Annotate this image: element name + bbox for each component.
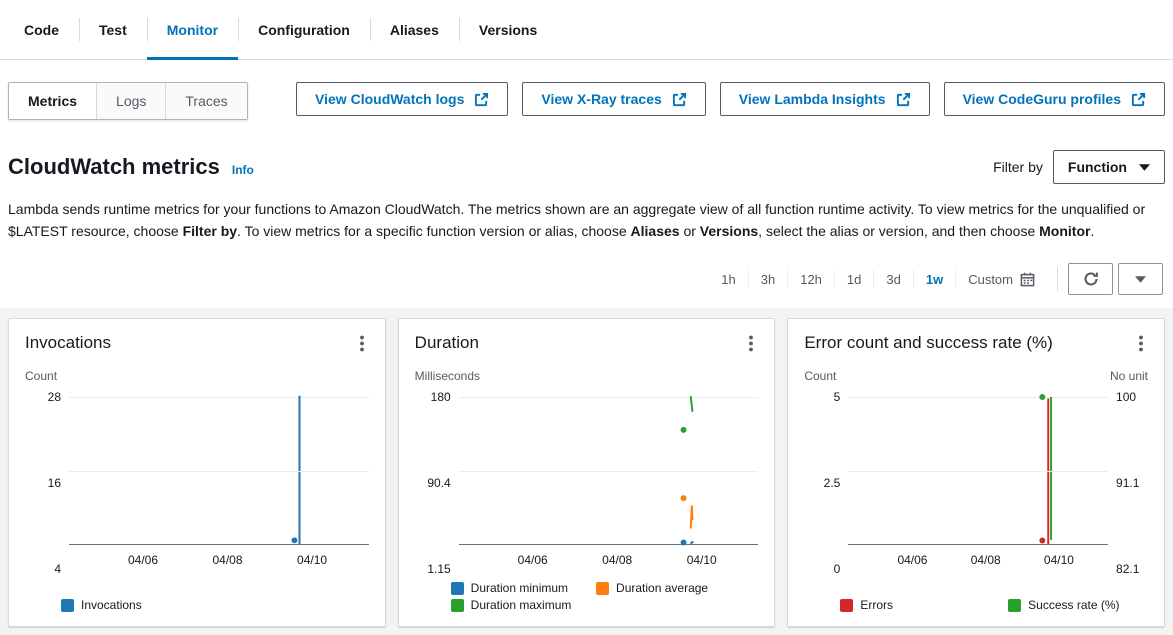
plot-area [848,397,1108,545]
button-label: View CloudWatch logs [315,91,464,107]
chart-legend: Errors Success rate (%) [804,598,1148,612]
filter-by-dropdown[interactable]: Function [1053,150,1165,184]
view-xray-traces-button[interactable]: View X-Ray traces [522,82,705,116]
time-range-1d[interactable]: 1d [834,270,873,288]
error-success-chart-card: Error count and success rate (%) Count N… [787,318,1165,627]
external-link-icon [672,92,687,107]
refresh-button[interactable] [1068,263,1113,295]
y-axis-ticks: 5 2.5 0 [804,397,848,569]
legend-item[interactable]: Invocations [61,598,142,612]
legend-label: Duration average [616,581,708,595]
y-axis-ticks-right: 100 91.1 82.1 [1108,397,1148,569]
external-link-icon [474,92,489,107]
external-view-buttons: View CloudWatch logs View X-Ray traces V… [296,82,1165,116]
error-success-series [848,397,1108,544]
view-lambda-insights-button[interactable]: View Lambda Insights [720,82,930,116]
y-axis-unit-label: Count [25,369,57,383]
x-axis-ticks: 04/06 04/08 04/10 [848,545,1108,569]
time-range-12h[interactable]: 12h [787,270,834,288]
legend-swatch [840,599,853,612]
tab-versions[interactable]: Versions [459,0,557,59]
external-link-icon [896,92,911,107]
legend-label: Errors [860,598,893,612]
filter-by-value: Function [1068,159,1127,175]
toolbar-divider [1057,267,1058,291]
x-axis-ticks: 04/06 04/08 04/10 [69,545,369,569]
tab-logs[interactable]: Logs [96,83,165,119]
kebab-menu-icon[interactable] [355,333,369,357]
duration-chart-card: Duration Milliseconds 180 90.4 1.15 04/0… [398,318,776,627]
chart-legend: Invocations [25,598,369,612]
description-text: Lambda sends runtime metrics for your fu… [8,198,1165,242]
chart-title: Duration [415,333,479,353]
info-link[interactable]: Info [232,163,254,180]
filter-by-label: Filter by [993,159,1043,175]
y-axis-unit-label-right: No unit [1110,369,1148,383]
invocations-chart-card: Invocations Count 28 16 4 04/06 04/08 [8,318,386,627]
plot-area [69,397,369,545]
legend-swatch [451,582,464,595]
time-range-3d[interactable]: 3d [873,270,912,288]
charts-section: Invocations Count 28 16 4 04/06 04/08 [0,308,1173,635]
legend-label: Success rate (%) [1028,598,1119,612]
legend-label: Invocations [81,598,142,612]
legend-label: Duration maximum [471,598,572,612]
button-label: View X-Ray traces [541,91,661,107]
legend-swatch [1008,599,1021,612]
kebab-menu-icon[interactable] [1134,333,1148,357]
y-axis-unit-label: Milliseconds [415,369,480,383]
legend-item[interactable]: Success rate (%) [1008,598,1148,612]
caret-down-icon [1139,164,1150,171]
legend-item[interactable]: Errors [840,598,980,612]
chart-title: Error count and success rate (%) [804,333,1052,353]
time-range-custom[interactable]: Custom [955,270,1047,288]
metrics-logs-traces-tabs: Metrics Logs Traces [8,82,248,120]
tab-metrics[interactable]: Metrics [9,83,96,119]
refresh-icon [1083,271,1099,287]
legend-swatch [451,599,464,612]
monitor-sub-header: Metrics Logs Traces View CloudWatch logs… [0,60,1173,120]
tab-aliases[interactable]: Aliases [370,0,459,59]
legend-item[interactable]: Duration minimum [451,581,568,595]
function-tab-bar: Code Test Monitor Configuration Aliases … [0,0,1173,60]
chart-legend: Duration minimum Duration average Durati… [415,581,759,612]
y-axis-ticks: 28 16 4 [25,397,69,569]
tab-test[interactable]: Test [79,0,147,59]
legend-swatch [596,582,609,595]
page-title: CloudWatch metrics [8,154,220,180]
legend-label: Duration minimum [471,581,568,595]
view-codeguru-profiles-button[interactable]: View CodeGuru profiles [944,82,1165,116]
time-range-1w[interactable]: 1w [913,270,955,288]
tab-monitor[interactable]: Monitor [147,0,238,59]
kebab-menu-icon[interactable] [744,333,758,357]
calendar-icon [1020,272,1035,287]
time-range-toolbar: 1h 3h 12h 1d 3d 1w Custom [0,262,1173,296]
legend-item[interactable]: Duration maximum [451,598,572,612]
legend-item[interactable]: Duration average [596,581,708,595]
x-axis-ticks: 04/06 04/08 04/10 [459,545,759,569]
y-axis-ticks: 180 90.4 1.15 [415,397,459,569]
button-label: View Lambda Insights [739,91,886,107]
caret-down-icon [1135,276,1146,283]
refresh-options-dropdown[interactable] [1118,263,1163,295]
time-range-3h[interactable]: 3h [748,270,787,288]
view-cloudwatch-logs-button[interactable]: View CloudWatch logs [296,82,508,116]
invocations-series [69,397,369,544]
button-label: View CodeGuru profiles [963,91,1121,107]
time-range-options: 1h 3h 12h 1d 3d 1w Custom [709,270,1047,288]
chart-title: Invocations [25,333,111,353]
time-range-1h[interactable]: 1h [709,270,747,288]
legend-swatch [61,599,74,612]
duration-series [459,397,759,544]
y-axis-unit-label: Count [804,369,836,383]
tab-code[interactable]: Code [4,0,79,59]
cloudwatch-metrics-header: CloudWatch metrics Info Filter by Functi… [0,120,1173,184]
tab-traces[interactable]: Traces [165,83,246,119]
plot-area [459,397,759,545]
tab-configuration[interactable]: Configuration [238,0,370,59]
external-link-icon [1131,92,1146,107]
custom-range-label: Custom [968,272,1013,287]
